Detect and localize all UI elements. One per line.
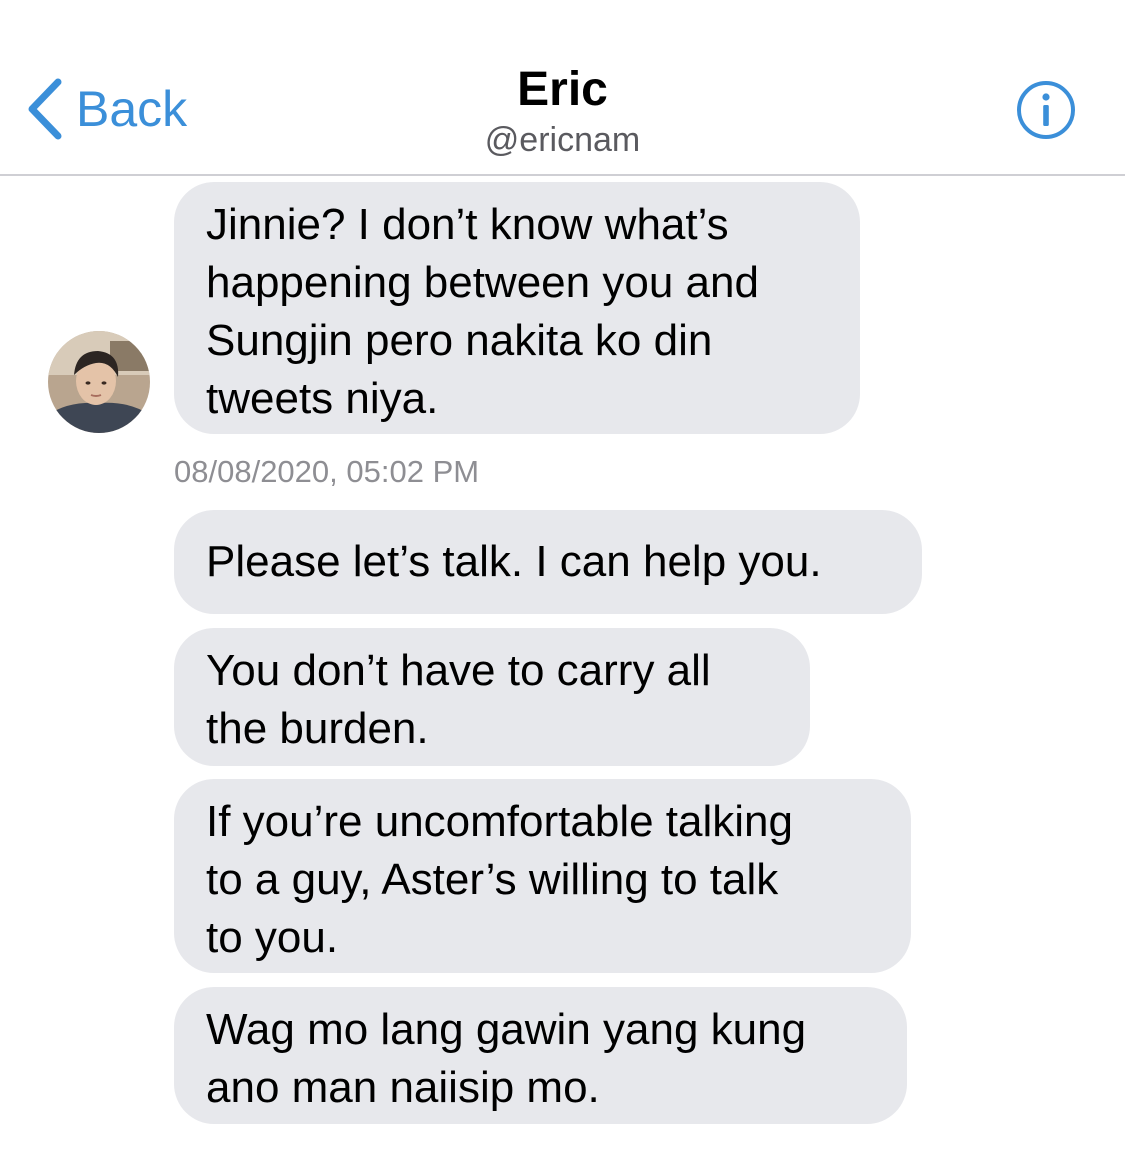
info-circle-icon[interactable] bbox=[1016, 80, 1076, 140]
avatar-photo bbox=[48, 331, 150, 433]
avatar[interactable] bbox=[48, 331, 150, 433]
conversation-header: Back Eric @ericnam bbox=[0, 0, 1125, 176]
message-timestamp: 08/08/2020, 05:02 PM bbox=[174, 454, 480, 489]
message-bubble[interactable]: Please let’s talk. I can help you. bbox=[174, 510, 922, 614]
contact-name: Eric bbox=[517, 63, 608, 116]
contact-handle: @ericnam bbox=[484, 121, 641, 159]
message-bubble[interactable]: Wag mo lang gawin yang kung ano man naii… bbox=[174, 987, 907, 1124]
message-bubble[interactable]: Jinnie? I don’t know what’s happening be… bbox=[174, 182, 860, 434]
message-bubble[interactable]: If you’re uncomfortable talking to a guy… bbox=[174, 779, 911, 973]
message-bubble[interactable]: You don’t have to carry all the burden. bbox=[174, 628, 810, 766]
